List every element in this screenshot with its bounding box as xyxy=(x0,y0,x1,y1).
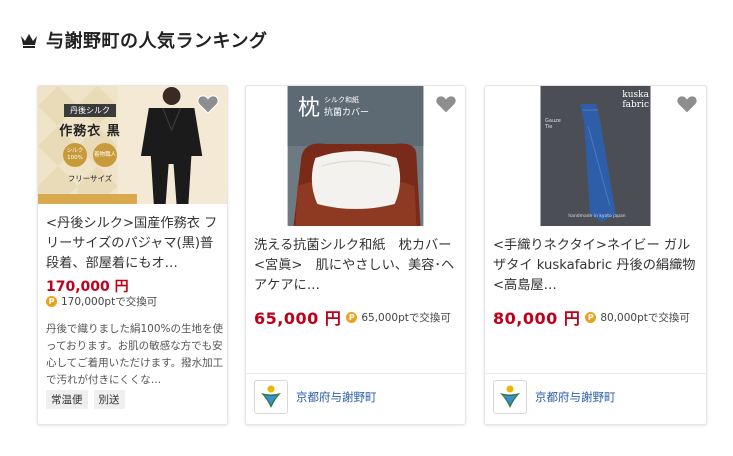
card-divider xyxy=(485,373,706,374)
thumb-main: 作務衣 黒 xyxy=(59,124,121,139)
section-heading: 与謝野町の人気ランキング xyxy=(20,27,267,53)
point-icon: P xyxy=(585,311,597,323)
favorite-heart-icon[interactable] xyxy=(197,94,219,114)
point-icon: P xyxy=(346,311,358,323)
product-description: 丹後で織りました絹100%の生地を使っております。お肌の敏感な方でも安心してご着… xyxy=(46,323,224,386)
product-card-2[interactable]: 枕 シルク和紙 抗菌カバー 洗える抗菌シルク和紙 枕カバー<宮眞> 肌にやさしい… xyxy=(245,85,466,425)
product-image[interactable]: 丹後シルク 作務衣 黒 シルク100% 着物職人 フリーサイズ xyxy=(38,86,227,204)
crown-icon xyxy=(21,34,37,48)
thumb-badge: シルク100% xyxy=(63,143,87,167)
product-card-3[interactable]: kuska fabric Gauze Tie handmade in kyoto… xyxy=(484,85,707,425)
point-exchange: 170,000ptで交換可 xyxy=(61,296,158,308)
municipality-link[interactable]: 京都府与謝野町 xyxy=(254,380,377,414)
municipality-logo-icon xyxy=(493,380,527,414)
product-image[interactable]: kuska fabric Gauze Tie handmade in kyoto… xyxy=(485,86,706,226)
favorite-heart-icon[interactable] xyxy=(435,94,457,114)
thumb-brand: kuska xyxy=(622,90,649,100)
point-exchange: 80,000ptで交換可 xyxy=(600,311,690,324)
shipping-tag: 常温便 xyxy=(46,390,88,409)
thumb-size: フリーサイズ xyxy=(67,174,113,183)
thumb-brand: fabric xyxy=(622,100,649,110)
product-card-1[interactable]: 丹後シルク 作務衣 黒 シルク100% 着物職人 フリーサイズ <丹後シルク>国… xyxy=(37,85,228,425)
point-exchange: 65,000ptで交換可 xyxy=(361,311,451,324)
thumb-band: 丹後シルク xyxy=(64,104,116,117)
thumb-kanji: 枕 xyxy=(298,96,321,121)
thumb-badge: 着物職人 xyxy=(93,143,117,167)
municipality-name[interactable]: 京都府与謝野町 xyxy=(296,389,377,405)
product-name[interactable]: 洗える抗菌シルク和紙 枕カバー<宮眞> 肌にやさしい、美容･ヘアケアに… xyxy=(254,236,460,298)
point-icon: P xyxy=(46,296,57,307)
thumb-footer: handmade in kyoto japan xyxy=(568,214,626,219)
municipality-logo-icon xyxy=(254,380,288,414)
product-price: 170,000 円 xyxy=(46,279,129,295)
product-image[interactable]: 枕 シルク和紙 抗菌カバー xyxy=(246,86,465,226)
municipality-link[interactable]: 京都府与謝野町 xyxy=(493,380,616,414)
thumb-label: Tie xyxy=(545,124,553,130)
product-photo xyxy=(485,86,706,226)
product-name[interactable]: <丹後シルク>国産作務衣 フリーサイズのパジャマ(黒)普段着、部屋着にもオ… xyxy=(46,214,224,274)
shipping-tag: 別送 xyxy=(93,390,125,409)
product-price: 65,000 円 xyxy=(254,309,342,328)
favorite-heart-icon[interactable] xyxy=(676,94,698,114)
product-name[interactable]: <手織りネクタイ>ネイビー ガルザタイ kuskafabric 丹後の絹織物<高… xyxy=(493,236,701,298)
card-divider xyxy=(246,373,465,374)
product-price: 80,000 円 xyxy=(493,309,581,328)
municipality-name[interactable]: 京都府与謝野町 xyxy=(535,389,616,405)
section-title: 与謝野町の人気ランキング xyxy=(46,31,268,52)
